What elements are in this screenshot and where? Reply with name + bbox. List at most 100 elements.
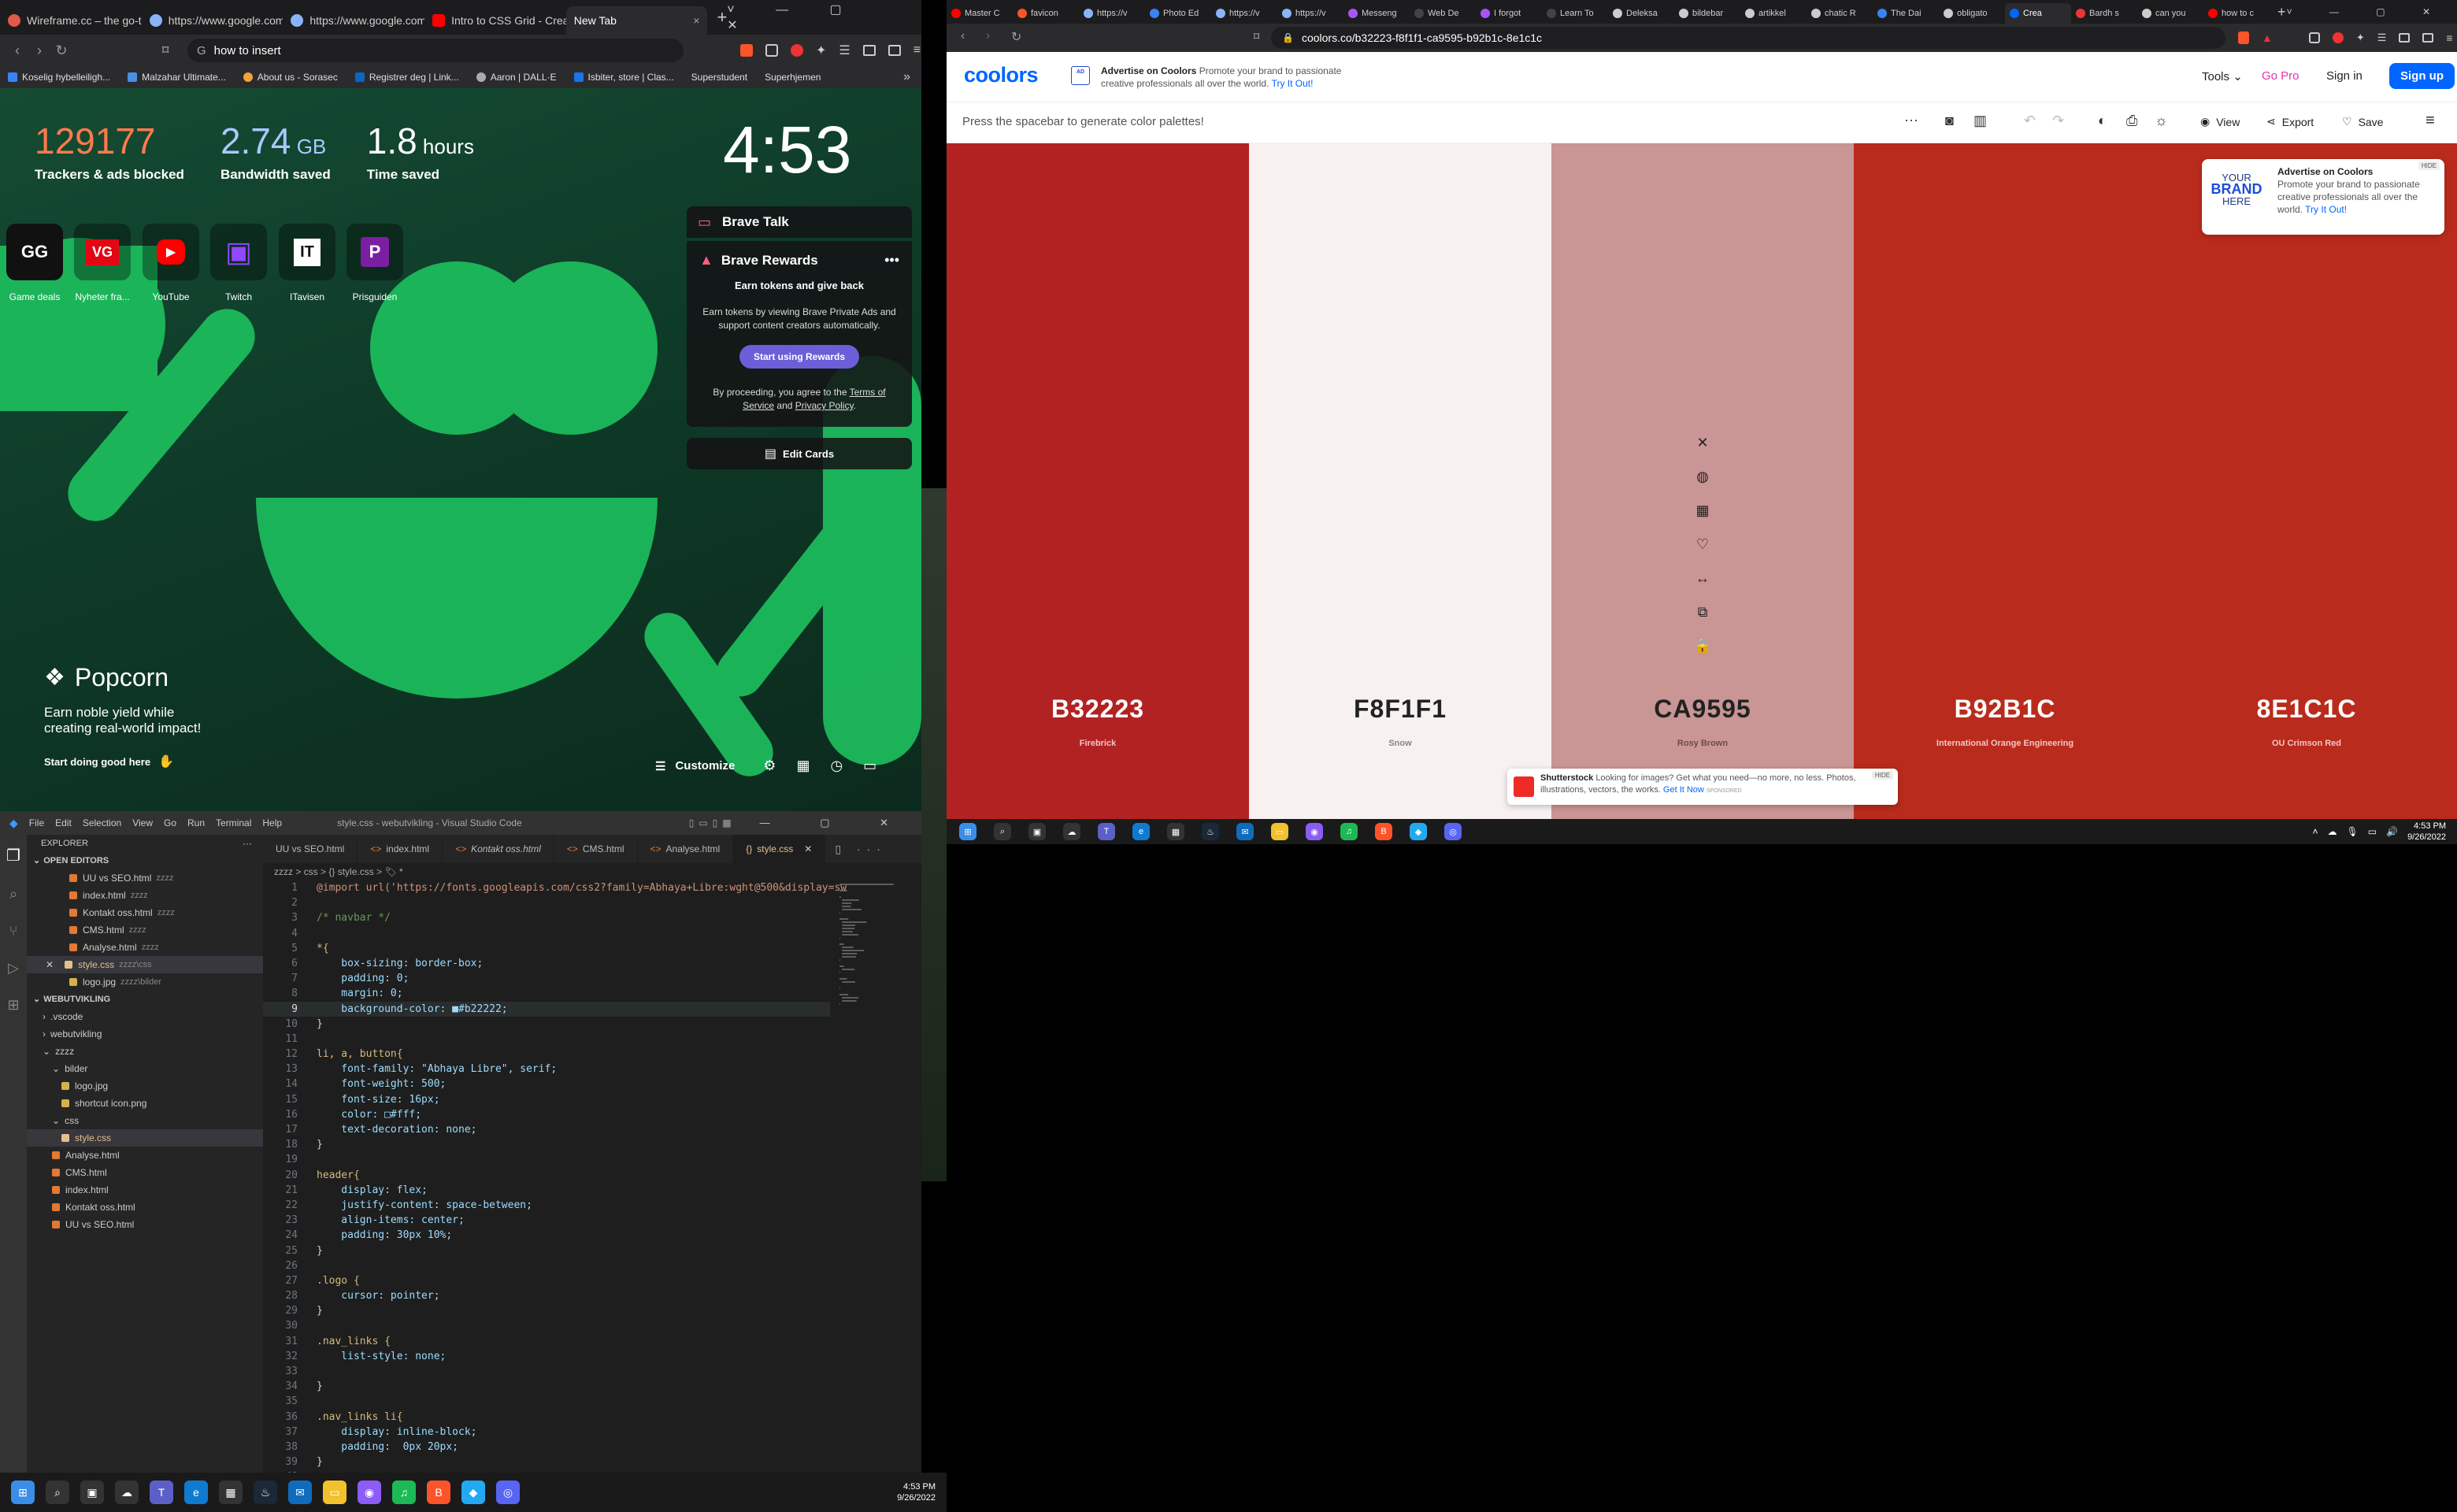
mic-icon[interactable]: 🎙 — [2347, 826, 2359, 837]
window-controls[interactable]: ˅ — ▢ ✕ — [727, 2, 912, 33]
teams-icon[interactable]: T — [1098, 823, 1115, 840]
mail-icon[interactable]: ✉ — [288, 1480, 312, 1504]
bookmark-item[interactable]: Malzahar Ultimate... — [128, 72, 226, 83]
run-debug-icon[interactable]: ▷ — [0, 960, 27, 976]
open-editor-item[interactable]: logo.jpg zzzz\bilder — [27, 973, 263, 991]
remove-icon[interactable]: ✕ — [1695, 435, 1710, 450]
palette-color-3[interactable]: ✕ ◍ ▦ ♡ ↔ ⧉ 🔒 CA9595 Rosy Brown — [1551, 143, 1854, 819]
browser-tab[interactable]: can you — [2137, 3, 2203, 24]
browser-tab[interactable]: Messeng — [1343, 3, 1410, 24]
browser-tab[interactable]: bildebar — [1674, 3, 1740, 24]
grid-icon[interactable]: ▦ — [1695, 502, 1710, 518]
task-view-icon[interactable]: ▣ — [1028, 823, 1046, 840]
browser-tab[interactable]: https://v — [1277, 3, 1343, 24]
vscode-icon[interactable]: ◆ — [461, 1480, 485, 1504]
sign-in-link[interactable]: Sign in — [2326, 69, 2362, 83]
forward-icon[interactable]: › — [986, 29, 990, 43]
menu-terminal[interactable]: Terminal — [216, 817, 251, 828]
browser-tab[interactable]: Photo Ed — [1145, 3, 1211, 24]
browser-tab[interactable]: chatic R — [1807, 3, 1873, 24]
workspace-header[interactable]: ⌄ WEBUTVIKLING — [27, 991, 263, 1008]
browser-tab[interactable]: Web De — [1410, 3, 1476, 24]
edge-icon[interactable]: e — [1132, 823, 1150, 840]
tile-game-deals[interactable]: GG Game deals — [6, 224, 63, 302]
wallet2-icon[interactable] — [2422, 33, 2434, 43]
print-icon[interactable]: ⎙ — [2126, 113, 2137, 129]
tab-new-tab[interactable]: New Tab × — [565, 6, 708, 35]
tile-prisguiden[interactable]: P Prisguiden — [346, 224, 403, 302]
search-icon[interactable]: ⌕ — [994, 823, 1011, 840]
start-rewards-button[interactable]: Start using Rewards — [739, 345, 860, 369]
sidebar-icon[interactable] — [2399, 33, 2411, 43]
view-button[interactable]: ◉ View — [2200, 115, 2240, 128]
tree-item[interactable]: style.css — [27, 1129, 263, 1147]
tile-youtube[interactable]: ▶ YouTube — [143, 224, 199, 302]
browser-tab[interactable]: https://v — [1211, 3, 1277, 24]
edge-icon[interactable]: e — [184, 1480, 208, 1504]
tree-item[interactable]: › webutvikling — [27, 1025, 263, 1043]
browser-tab[interactable]: obligato — [1939, 3, 2005, 24]
popcorn-link[interactable]: Start doing good here — [44, 756, 150, 768]
bookmark-item[interactable]: Koselig hybelleiligh... — [8, 72, 110, 83]
steam-icon[interactable]: ♨ — [254, 1480, 277, 1504]
close-icon[interactable]: × — [693, 14, 699, 27]
tree-item[interactable]: Analyse.html — [27, 1147, 263, 1164]
editor-actions[interactable]: ▯ ··· — [835, 835, 887, 863]
source-control-icon[interactable]: ⑂ — [0, 923, 27, 939]
tree-item[interactable]: ⌄ zzzz — [27, 1043, 263, 1060]
more-options-icon[interactable]: ··· — [1904, 112, 1918, 128]
url-input[interactable]: Ghow to insert — [187, 39, 684, 62]
menu-icon[interactable]: ≡ — [914, 43, 921, 57]
redo-icon[interactable]: ↷ — [2052, 113, 2064, 129]
messenger-icon[interactable]: ◉ — [1306, 823, 1323, 840]
get-it-now-link[interactable]: Get It Now — [1663, 785, 1704, 795]
tab-google-2[interactable]: https://www.google.com/s× — [283, 6, 424, 35]
clock-date[interactable]: 4:53 PM 9/26/2022 — [897, 1481, 936, 1503]
shutterstock-ad[interactable]: Shutterstock Looking for images? Get wha… — [1507, 769, 1898, 805]
privacy-link[interactable]: Privacy Policy — [795, 400, 854, 411]
sidebar-icon[interactable] — [862, 45, 876, 56]
spotify-icon[interactable]: ♫ — [392, 1480, 416, 1504]
bookmarks-icon[interactable]: ▦ — [796, 758, 810, 774]
display-icon[interactable]: ▭ — [2368, 826, 2377, 837]
tree-item[interactable]: shortcut icon.png — [27, 1095, 263, 1112]
open-editor-item[interactable]: Analyse.html zzzz — [27, 939, 263, 956]
hide-button[interactable]: HIDE — [1871, 771, 1893, 780]
brave-shield-icon[interactable] — [2238, 32, 2249, 44]
windows-start-icon[interactable]: ⊞ — [959, 823, 976, 840]
tree-item[interactable]: UU vs SEO.html — [27, 1216, 263, 1233]
vscode-icon[interactable]: ◆ — [1410, 823, 1427, 840]
editor-tab[interactable]: <> index.html — [358, 835, 443, 863]
bookmark-item[interactable]: About us - Sorasec — [243, 72, 338, 83]
tile-itavisen[interactable]: IT ITavisen — [279, 224, 335, 302]
task-view-icon[interactable]: ▣ — [80, 1480, 104, 1504]
tab-wireframe[interactable]: Wireframe.cc – the go-to f× — [0, 6, 142, 35]
steam-icon[interactable]: ♨ — [1202, 823, 1219, 840]
browser-tab[interactable]: https://v — [1079, 3, 1145, 24]
tree-item[interactable]: › .vscode — [27, 1008, 263, 1025]
url-input[interactable]: 🔒 coolors.co/b32223-f8f1f1-ca9595-b92b1c-… — [1271, 27, 2225, 49]
weather-icon[interactable]: ☁ — [115, 1480, 139, 1504]
close-icon[interactable]: ✕ — [804, 843, 812, 854]
bookmark-icon[interactable]: ⌑ — [1254, 30, 1259, 43]
bookmark-item[interactable]: Isbiter, store | Clas... — [573, 72, 674, 83]
tree-item[interactable]: logo.jpg — [27, 1077, 263, 1095]
palette-color-1[interactable]: B32223 Firebrick — [947, 143, 1249, 819]
layout-icons[interactable]: ▯▭▯▦ — [689, 817, 736, 828]
menu-view[interactable]: View — [132, 817, 153, 828]
menu-edit[interactable]: Edit — [55, 817, 72, 828]
undo-icon[interactable]: ↶ — [2024, 113, 2036, 129]
browser-tab[interactable]: The Dai — [1873, 3, 1939, 24]
tree-item[interactable]: ⌄ css — [27, 1112, 263, 1129]
window-controls[interactable]: ˅ — ▢ ✕ — [2287, 6, 2448, 17]
extensions-icon[interactable]: ⊞ — [0, 997, 27, 1014]
hamburger-icon[interactable]: ≡ — [2426, 112, 2435, 130]
more-options-icon[interactable]: ••• — [884, 252, 899, 269]
menu-run[interactable]: Run — [187, 817, 205, 828]
explorer-icon[interactable]: ❐ — [0, 846, 27, 865]
menu-go[interactable]: Go — [164, 817, 176, 828]
editor-tab[interactable]: UU vs SEO.html — [263, 835, 358, 863]
tile-twitch[interactable]: ▣ Twitch — [210, 224, 267, 302]
browser-tab[interactable]: Bardh s — [2071, 3, 2137, 24]
editor-tab-active[interactable]: {} style.css ✕ — [733, 835, 826, 863]
